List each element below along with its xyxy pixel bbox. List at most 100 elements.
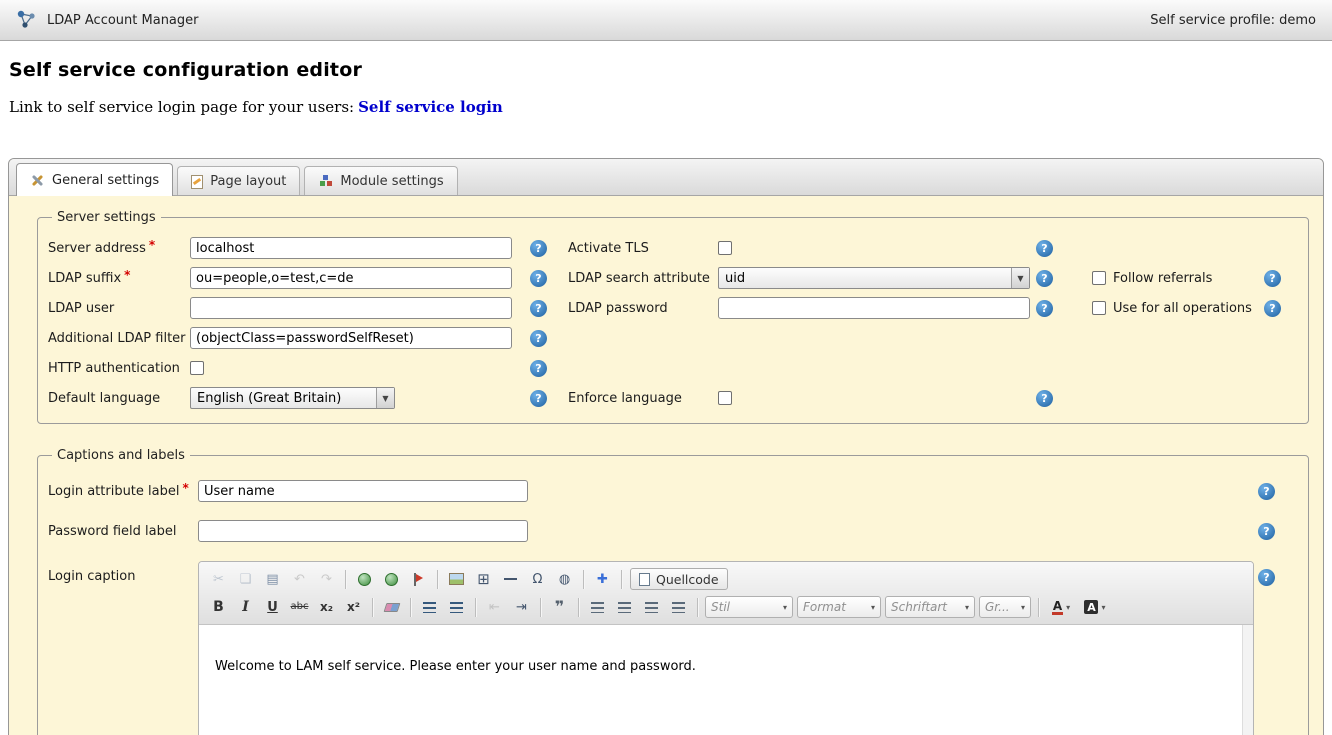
tab-page-layout[interactable]: Page layout (177, 166, 300, 195)
superscript-icon: x² (347, 601, 360, 613)
ldap-search-attribute-label: LDAP search attribute (568, 271, 710, 286)
toolbar-separator (410, 598, 411, 617)
text-color-icon: A (1052, 600, 1063, 615)
ldap-user-input[interactable] (190, 297, 512, 319)
paste-icon: ▤ (266, 573, 278, 586)
help-icon[interactable]: ? (1036, 240, 1053, 257)
select-dropdown-button[interactable]: ▼ (376, 388, 394, 408)
subscript-button[interactable]: x₂ (314, 596, 339, 618)
server-settings-fieldset: Server settings Server address* ? Activa… (37, 210, 1309, 424)
remove-format-button[interactable] (379, 596, 404, 618)
format-dropdown[interactable]: Format▾ (797, 596, 881, 618)
required-marker: * (149, 238, 155, 252)
editor-toolbar-row-1: ✂ ❏ ▤ ↶ ↷ ⊞ (204, 565, 1248, 593)
editor-scrollbar[interactable] (1242, 625, 1253, 735)
tab-general-settings[interactable]: General settings (16, 163, 173, 196)
self-service-login-link[interactable]: Self service login (358, 98, 503, 116)
align-center-button[interactable] (612, 596, 637, 618)
follow-referrals-checkbox[interactable] (1092, 271, 1106, 285)
select-dropdown-button[interactable]: ▼ (1011, 268, 1029, 288)
help-icon[interactable]: ? (530, 270, 547, 287)
help-icon[interactable]: ? (1036, 300, 1053, 317)
help-icon[interactable]: ? (1258, 569, 1275, 586)
blockquote-button[interactable]: ❞ (547, 596, 572, 618)
align-left-button[interactable] (585, 596, 610, 618)
link-button[interactable] (352, 568, 377, 590)
superscript-button[interactable]: x² (341, 596, 366, 618)
font-dropdown[interactable]: Schriftart▾ (885, 596, 975, 618)
styles-dropdown-label: Stil (711, 600, 780, 614)
align-right-button[interactable] (639, 596, 664, 618)
bold-button[interactable]: B (206, 596, 231, 618)
http-authentication-checkbox[interactable] (190, 361, 204, 375)
toolbar-separator (437, 570, 438, 589)
use-all-operations-checkbox[interactable] (1092, 301, 1106, 315)
increase-indent-icon: ⇥ (516, 601, 527, 614)
help-icon[interactable]: ? (1036, 270, 1053, 287)
undo-button[interactable]: ↶ (287, 568, 312, 590)
size-dropdown[interactable]: Gr...▾ (979, 596, 1031, 618)
ldap-suffix-input[interactable] (190, 267, 512, 289)
bulleted-list-button[interactable] (444, 596, 469, 618)
redo-button[interactable]: ↷ (314, 568, 339, 590)
enforce-language-checkbox[interactable] (718, 391, 732, 405)
image-button[interactable] (444, 568, 469, 590)
help-icon[interactable]: ? (1264, 300, 1281, 317)
horizontal-rule-icon (504, 578, 517, 580)
help-icon[interactable]: ? (1036, 390, 1053, 407)
default-language-select[interactable]: English (Great Britain) ▼ (190, 387, 395, 409)
unlink-button[interactable] (379, 568, 404, 590)
cut-button[interactable]: ✂ (206, 568, 231, 590)
underline-button[interactable]: U (260, 596, 285, 618)
help-icon[interactable]: ? (1258, 523, 1275, 540)
iframe-button[interactable]: ◍ (552, 568, 577, 590)
activate-tls-checkbox[interactable] (718, 241, 732, 255)
chevron-down-icon: ▾ (965, 603, 969, 612)
default-language-value: English (Great Britain) (191, 391, 376, 406)
login-attribute-row: Login attribute label* ? (48, 471, 1300, 511)
cut-icon: ✂ (213, 573, 224, 586)
help-icon[interactable]: ? (530, 240, 547, 257)
increase-indent-button[interactable]: ⇥ (509, 596, 534, 618)
toolbar-separator (345, 570, 346, 589)
password-field-label-input[interactable] (198, 520, 528, 542)
server-settings-legend: Server settings (52, 210, 161, 225)
maximize-button[interactable]: ✚ (590, 568, 615, 590)
styles-dropdown[interactable]: Stil▾ (705, 596, 793, 618)
horizontal-rule-button[interactable] (498, 568, 523, 590)
chevron-down-icon: ▾ (1066, 603, 1070, 612)
general-settings-panel: Server settings Server address* ? Activa… (9, 196, 1323, 735)
help-icon[interactable]: ? (530, 300, 547, 317)
login-attribute-input[interactable] (198, 480, 528, 502)
help-icon[interactable]: ? (530, 390, 547, 407)
help-icon[interactable]: ? (530, 360, 547, 377)
ldap-password-input[interactable] (718, 297, 1030, 319)
help-icon[interactable]: ? (1264, 270, 1281, 287)
strikethrough-button[interactable]: abc (287, 596, 312, 618)
help-icon[interactable]: ? (530, 330, 547, 347)
table-button[interactable]: ⊞ (471, 568, 496, 590)
source-code-button[interactable]: Quellcode (630, 568, 728, 590)
login-link-prefix: Link to self service login page for your… (9, 98, 354, 116)
ldap-suffix-label: LDAP suffix (48, 271, 121, 286)
copy-button[interactable]: ❏ (233, 568, 258, 590)
use-all-operations-group: Use for all operations ? (1092, 300, 1281, 317)
numbered-list-button[interactable] (417, 596, 442, 618)
special-char-button[interactable]: Ω (525, 568, 550, 590)
server-address-input[interactable] (190, 237, 512, 259)
italic-button[interactable]: I (233, 596, 258, 618)
activate-tls-label: Activate TLS (568, 241, 649, 256)
decrease-indent-button[interactable]: ⇤ (482, 596, 507, 618)
additional-ldap-filter-input[interactable] (190, 327, 512, 349)
additional-ldap-filter-label: Additional LDAP filter (48, 331, 186, 346)
background-color-button[interactable]: A▾ (1079, 596, 1111, 618)
paste-button[interactable]: ▤ (260, 568, 285, 590)
config-tab-widget: General settings Page layout Module sett… (8, 158, 1324, 735)
tab-module-settings[interactable]: Module settings (304, 166, 457, 195)
anchor-button[interactable] (406, 568, 431, 590)
text-color-button[interactable]: A▾ (1045, 596, 1077, 618)
help-icon[interactable]: ? (1258, 483, 1275, 500)
ldap-search-attribute-select[interactable]: uid ▼ (718, 267, 1030, 289)
justify-button[interactable] (666, 596, 691, 618)
editor-content[interactable]: Welcome to LAM self service. Please ente… (199, 625, 1242, 735)
